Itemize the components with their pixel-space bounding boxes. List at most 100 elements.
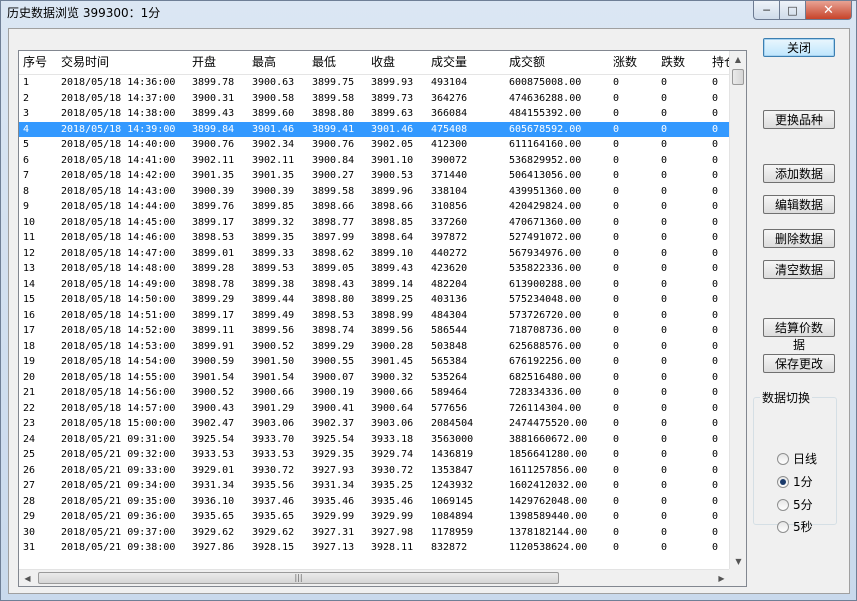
table-cell[interactable]: 2018/05/21 09:36:00 (57, 509, 188, 525)
column-header[interactable]: 收盘 (367, 51, 427, 75)
table-cell[interactable]: 0 (609, 401, 657, 417)
radio-button-icon[interactable] (777, 520, 789, 533)
table-cell[interactable]: 0 (609, 277, 657, 293)
table-cell[interactable]: 2018/05/18 14:51:00 (57, 308, 188, 324)
table-cell[interactable]: 0 (657, 230, 708, 246)
table-cell[interactable]: 0 (609, 385, 657, 401)
table-cell[interactable]: 3900.32 (367, 370, 427, 386)
table-cell[interactable]: 3898.80 (308, 106, 367, 122)
table-cell[interactable]: 3899.93 (367, 75, 427, 91)
table-cell[interactable]: 0 (657, 215, 708, 231)
table-cell[interactable]: 3901.46 (248, 121, 308, 137)
table-cell[interactable]: 484304 (427, 308, 505, 324)
table-cell[interactable]: 2018/05/18 14:54:00 (57, 354, 188, 370)
table-cell[interactable]: 366084 (427, 106, 505, 122)
table-cell[interactable]: 1856641280.00 (505, 447, 609, 463)
table-cell[interactable]: 2084504 (427, 416, 505, 432)
table-cell[interactable]: 0 (657, 75, 708, 91)
table-cell[interactable]: 527491072.00 (505, 230, 609, 246)
table-cell[interactable]: 0 (657, 416, 708, 432)
delete-data-button[interactable]: 删除数据 (763, 229, 835, 248)
table-cell[interactable]: 2018/05/21 09:38:00 (57, 540, 188, 556)
table-cell[interactable]: 3897.99 (308, 230, 367, 246)
table-cell[interactable]: 310856 (427, 199, 505, 215)
table-cell[interactable]: 0 (609, 137, 657, 153)
table-cell[interactable]: 3935.65 (248, 509, 308, 525)
table-cell[interactable]: 3929.35 (308, 447, 367, 463)
table-cell[interactable]: 3899.10 (367, 246, 427, 262)
table-cell[interactable]: 1243932 (427, 478, 505, 494)
table-cell[interactable]: 12 (19, 246, 57, 262)
table-cell[interactable]: 0 (609, 246, 657, 262)
table-cell[interactable]: 3903.06 (367, 416, 427, 432)
column-header[interactable]: 跌数 (657, 51, 708, 75)
table-cell[interactable]: 3900.59 (188, 354, 248, 370)
table-cell[interactable]: 536829952.00 (505, 153, 609, 169)
table-cell[interactable]: 3933.70 (248, 432, 308, 448)
table-cell[interactable]: 3935.46 (367, 494, 427, 510)
table-cell[interactable]: 3898.74 (308, 323, 367, 339)
table-cell[interactable]: 0 (609, 509, 657, 525)
table-cell[interactable]: 567934976.00 (505, 246, 609, 262)
column-header[interactable]: 涨数 (609, 51, 657, 75)
table-cell[interactable]: 3927.98 (367, 525, 427, 541)
table-cell[interactable]: 2018/05/18 14:52:00 (57, 323, 188, 339)
table-cell[interactable]: 3900.53 (367, 168, 427, 184)
table-cell[interactable]: 3930.72 (367, 463, 427, 479)
table-cell[interactable]: 397872 (427, 230, 505, 246)
table-cell[interactable]: 535822336.00 (505, 261, 609, 277)
table-cell[interactable]: 0 (609, 354, 657, 370)
table-cell[interactable]: 439951360.00 (505, 184, 609, 200)
table-cell[interactable]: 3900.27 (308, 168, 367, 184)
table-cell[interactable]: 0 (657, 121, 708, 137)
table-cell[interactable]: 3898.80 (308, 292, 367, 308)
table-cell[interactable]: 3899.41 (308, 121, 367, 137)
table-row[interactable]: 31 2018/05/21 09:38:00 3927.86 3928.15 3927.… (19, 540, 737, 556)
table-row[interactable]: 9 2018/05/18 14:44:00 3899.76 3899.85 3898.6… (19, 199, 737, 215)
table-cell[interactable]: 474636288.00 (505, 91, 609, 107)
table-cell[interactable]: 3900.39 (188, 184, 248, 200)
table-cell[interactable]: 3928.15 (248, 540, 308, 556)
table-row[interactable]: 6 2018/05/18 14:41:00 3902.11 3902.11 3900.8… (19, 153, 737, 169)
table-cell[interactable]: 2018/05/21 09:34:00 (57, 478, 188, 494)
table-cell[interactable]: 3900.19 (308, 385, 367, 401)
table-cell[interactable]: 3903.06 (248, 416, 308, 432)
table-cell[interactable]: 565384 (427, 354, 505, 370)
table-cell[interactable]: 2018/05/18 14:38:00 (57, 106, 188, 122)
table-cell[interactable]: 3900.76 (308, 137, 367, 153)
table-cell[interactable]: 0 (609, 308, 657, 324)
table-cell[interactable]: 3898.53 (188, 230, 248, 246)
table-cell[interactable]: 1 (19, 75, 57, 91)
table-cell[interactable]: 2018/05/21 09:32:00 (57, 447, 188, 463)
table-cell[interactable]: 390072 (427, 153, 505, 169)
table-cell[interactable]: 3902.11 (188, 153, 248, 169)
table-cell[interactable]: 2018/05/18 14:49:00 (57, 277, 188, 293)
table-cell[interactable]: 3899.17 (188, 215, 248, 231)
table-cell[interactable]: 3899.25 (367, 292, 427, 308)
table-cell[interactable]: 16 (19, 308, 57, 324)
table-cell[interactable]: 3898.78 (188, 277, 248, 293)
table-cell[interactable]: 3899.14 (367, 277, 427, 293)
column-header[interactable]: 交易时间 (57, 51, 188, 75)
minimize-button[interactable]: ─ (753, 1, 780, 20)
table-cell[interactable]: 3898.66 (367, 199, 427, 215)
table-cell[interactable]: 3901.35 (188, 168, 248, 184)
table-cell[interactable]: 0 (609, 184, 657, 200)
table-row[interactable]: 27 2018/05/21 09:34:00 3931.34 3935.56 3931.… (19, 478, 737, 494)
table-cell[interactable]: 3929.01 (188, 463, 248, 479)
table-cell[interactable]: 1084894 (427, 509, 505, 525)
vertical-scrollbar[interactable]: ▲ ▼ (729, 51, 746, 570)
table-cell[interactable]: 2 (19, 91, 57, 107)
table-cell[interactable]: 2018/05/21 09:33:00 (57, 463, 188, 479)
radio-button-icon[interactable] (777, 498, 789, 511)
table-cell[interactable]: 3929.74 (367, 447, 427, 463)
table-cell[interactable]: 0 (609, 199, 657, 215)
table-cell[interactable]: 2018/05/18 14:47:00 (57, 246, 188, 262)
table-cell[interactable]: 10 (19, 215, 57, 231)
table-cell[interactable]: 3898.62 (308, 246, 367, 262)
table-cell[interactable]: 0 (609, 121, 657, 137)
table-cell[interactable]: 0 (657, 370, 708, 386)
close-button[interactable]: 关闭 (763, 38, 835, 57)
table-cell[interactable]: 0 (609, 540, 657, 556)
table-cell[interactable]: 0 (609, 292, 657, 308)
